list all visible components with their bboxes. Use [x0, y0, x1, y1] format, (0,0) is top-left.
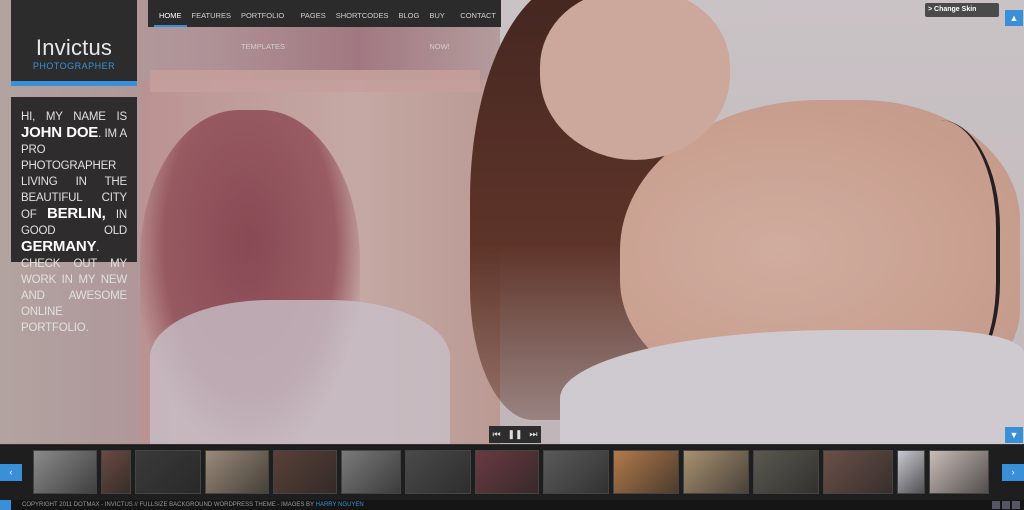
main-nav: HOME FEATURES PORTFOLIO TEMPLATES PAGES …: [148, 0, 501, 51]
thumbnail-13[interactable]: [823, 450, 893, 494]
pause-icon[interactable]: ❚❚: [507, 429, 522, 440]
thumbnail-12[interactable]: [753, 450, 819, 494]
thumbnail-3[interactable]: [135, 450, 201, 494]
thumbnail-11[interactable]: [683, 450, 749, 494]
rss-icon[interactable]: [1012, 501, 1020, 509]
chevron-down-icon: ▼: [1009, 430, 1019, 440]
nav-pages[interactable]: PAGES: [295, 0, 330, 27]
slideshow-controls: ⏮ ❚❚ ⏭: [489, 426, 541, 443]
chevron-left-icon: ‹: [9, 467, 13, 477]
thumbnail-6[interactable]: [341, 450, 401, 494]
scroll-down-button[interactable]: ▼: [1005, 427, 1023, 443]
logo-tagline: PHOTOGRAPHER: [32, 61, 116, 71]
thumbnail-5[interactable]: [273, 450, 337, 494]
thumbnail-4[interactable]: [205, 450, 269, 494]
strip-prev-button[interactable]: ‹: [0, 464, 22, 481]
previous-icon[interactable]: ⏮: [492, 429, 500, 440]
thumbnail-1[interactable]: [33, 450, 97, 494]
intro-name: JOHN DOE: [21, 124, 99, 141]
nav-buy-now[interactable]: BUY NOW!: [424, 0, 455, 51]
next-icon[interactable]: ⏭: [529, 429, 537, 440]
intro-city: BERLIN,: [46, 205, 106, 222]
intro-box: HI, MY NAME IS JOHN DOE. IM A PRO PHOTOG…: [11, 97, 137, 334]
thumbnail-15[interactable]: [929, 450, 989, 494]
nav-blog[interactable]: BLOG: [394, 0, 425, 27]
nav-shortcodes[interactable]: SHORTCODES: [331, 0, 394, 27]
twitter-icon[interactable]: [992, 501, 1000, 509]
facebook-icon[interactable]: [1002, 501, 1010, 509]
thumbnail-strip: ‹ ›: [0, 444, 1024, 500]
logo-name: Invictus: [35, 35, 113, 60]
background-photo: [0, 0, 1024, 444]
thumbnail-10[interactable]: [613, 450, 679, 494]
thumbnail-2[interactable]: [101, 450, 131, 494]
chevron-up-icon: ▲: [1009, 13, 1019, 23]
thumbnail-9[interactable]: [543, 450, 609, 494]
scroll-up-button[interactable]: ▲: [1005, 10, 1023, 26]
nav-contact[interactable]: CONTACT: [455, 0, 501, 27]
intro-text: HI, MY NAME IS JOHN DOE. IM A PRO PHOTOG…: [21, 111, 128, 334]
nav-home[interactable]: HOME: [154, 0, 187, 27]
nav-portfolio-templates[interactable]: PORTFOLIO TEMPLATES: [236, 0, 295, 51]
copyright-text: COPYRIGHT 2011 DOTMAX - INVICTUS // FULL…: [22, 502, 364, 508]
social-links: [992, 501, 1020, 509]
thumbnail-14[interactable]: [897, 450, 925, 494]
credit-link[interactable]: HARRY NGUYEN: [316, 502, 364, 508]
site-logo[interactable]: Invictus PHOTOGRAPHER: [11, 0, 137, 86]
thumbnail-8[interactable]: [475, 450, 539, 494]
intro-country: GERMANY: [21, 238, 97, 255]
footer: COPYRIGHT 2011 DOTMAX - INVICTUS // FULL…: [0, 500, 1024, 510]
thumbnail-list: [33, 450, 989, 494]
strip-next-button[interactable]: ›: [1002, 464, 1024, 481]
thumbnail-7[interactable]: [405, 450, 471, 494]
change-skin-button[interactable]: > Change Skin: [925, 3, 999, 17]
nav-features[interactable]: FEATURES: [187, 0, 236, 27]
chevron-right-icon: ›: [1011, 467, 1015, 477]
